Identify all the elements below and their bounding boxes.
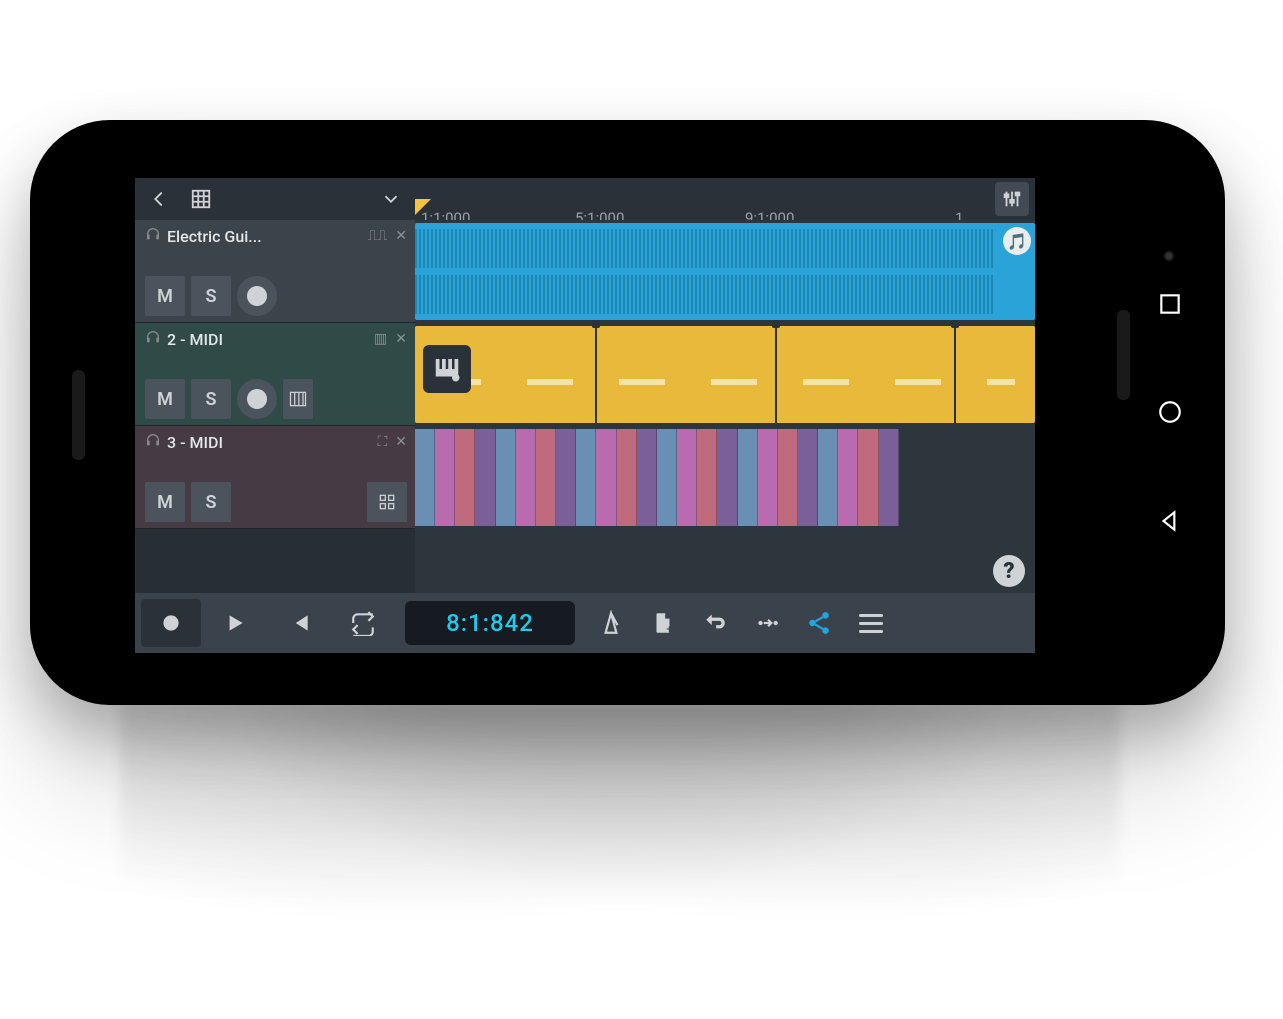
mute-button[interactable]: M — [145, 276, 185, 316]
track-name: 3 - MIDI — [167, 433, 223, 452]
android-nav-bar — [1145, 250, 1195, 575]
phone-shadow — [120, 700, 1120, 960]
phone-frame: 1:1:000 5:1:000 9:1:000 1 Electr — [30, 120, 1225, 705]
solo-button[interactable]: S — [191, 379, 231, 419]
time-display[interactable]: 8:1:842 — [405, 601, 575, 645]
beat-clip[interactable] — [415, 429, 899, 526]
android-home-button[interactable] — [1157, 399, 1183, 425]
midi-clip[interactable] — [415, 326, 1035, 423]
record-button[interactable] — [141, 599, 201, 647]
waveform-icon[interactable]: ⎍⎍ — [368, 228, 388, 244]
close-track-button[interactable]: ✕ — [395, 331, 407, 347]
mixer-button[interactable] — [995, 182, 1029, 216]
back-button[interactable] — [145, 185, 173, 213]
waveform — [415, 275, 995, 314]
track-row-2[interactable]: 2 - MIDI ▥ ✕ M S — [135, 323, 415, 426]
track-row-3[interactable]: 3 - MIDI ⛶ ✕ M S — [135, 426, 415, 529]
cloud-badge-icon[interactable]: 🎵 — [1003, 227, 1031, 255]
clips-area[interactable]: 🎵 — [415, 220, 1035, 593]
svg-text:+: + — [666, 623, 672, 636]
clip-lane-1: 🎵 — [415, 220, 1035, 323]
headphones-icon — [145, 329, 161, 349]
midi-notes — [435, 379, 1015, 385]
menu-button[interactable] — [847, 599, 895, 647]
solo-button[interactable]: S — [191, 276, 231, 316]
marker-nav-button[interactable] — [743, 599, 791, 647]
arrangement-area: Electric Gui... ⎍⎍ ✕ M S — [135, 220, 1035, 593]
close-track-button[interactable]: ✕ — [395, 434, 407, 450]
top-toolbar: 1:1:000 5:1:000 9:1:000 1 — [135, 178, 1035, 220]
track-dropdown-button[interactable] — [377, 185, 405, 213]
close-track-button[interactable]: ✕ — [395, 228, 407, 244]
arm-record-button[interactable] — [237, 276, 277, 316]
expand-icon[interactable]: ⛶ — [377, 434, 387, 450]
track-panel: Electric Gui... ⎍⎍ ✕ M S — [135, 220, 415, 593]
transport-bar: 8:1:842 + — [135, 593, 1035, 653]
android-back-button[interactable] — [1157, 508, 1183, 534]
add-track-button[interactable]: + — [639, 599, 687, 647]
share-button[interactable] — [795, 599, 843, 647]
play-button[interactable] — [205, 599, 265, 647]
track-row-1[interactable]: Electric Gui... ⎍⎍ ✕ M S — [135, 220, 415, 323]
piano-roll-icon[interactable]: ▥ — [374, 331, 387, 347]
clip-lane-3 — [415, 426, 1035, 529]
help-button[interactable]: ? — [993, 555, 1025, 587]
mute-button[interactable]: M — [145, 482, 185, 522]
solo-button[interactable]: S — [191, 482, 231, 522]
audio-clip[interactable]: 🎵 — [415, 223, 1035, 320]
instrument-badge[interactable] — [423, 345, 471, 393]
keyboard-button[interactable] — [283, 379, 313, 419]
arm-record-button[interactable] — [237, 379, 277, 419]
headphones-icon — [145, 226, 161, 246]
track-name: Electric Gui... — [167, 227, 262, 246]
grid-view-button[interactable] — [187, 185, 215, 213]
mute-button[interactable]: M — [145, 379, 185, 419]
loop-button[interactable] — [333, 599, 393, 647]
track-name: 2 - MIDI — [167, 330, 223, 349]
app-screen: 1:1:000 5:1:000 9:1:000 1 Electr — [135, 178, 1035, 653]
android-recent-button[interactable] — [1157, 291, 1183, 317]
headphones-icon — [145, 432, 161, 452]
drum-pad-button[interactable] — [367, 482, 407, 522]
clip-lane-2 — [415, 323, 1035, 426]
rewind-button[interactable] — [269, 599, 329, 647]
metronome-button[interactable] — [587, 599, 635, 647]
undo-button[interactable] — [691, 599, 739, 647]
waveform — [415, 229, 995, 268]
